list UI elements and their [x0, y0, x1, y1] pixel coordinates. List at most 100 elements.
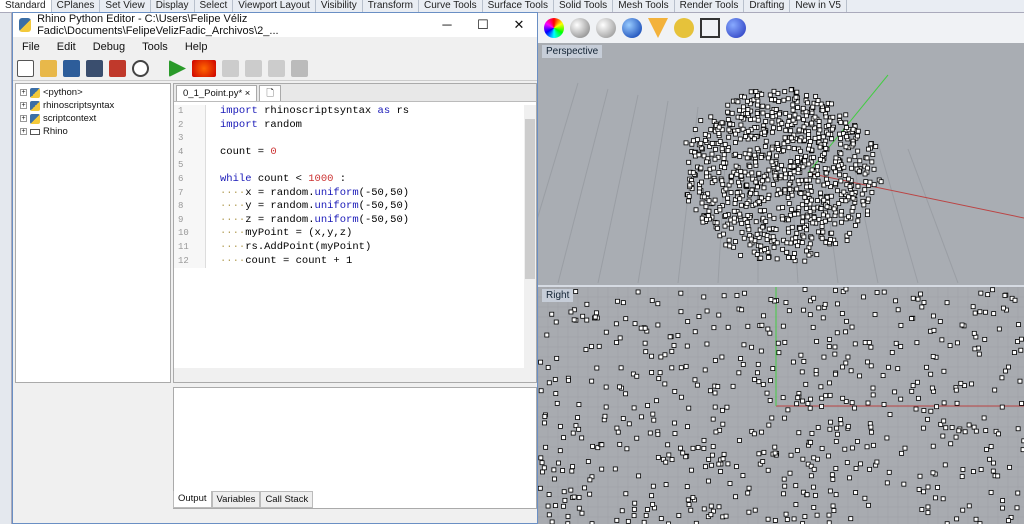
point: [803, 113, 809, 119]
color-wheel-icon[interactable]: [544, 18, 564, 38]
point: [855, 133, 860, 139]
dimension-icon[interactable]: [700, 18, 720, 38]
ghosted-sphere-icon[interactable]: [596, 18, 616, 38]
code-line[interactable]: 11 ····rs.AddPoint(myPoint): [174, 240, 524, 255]
search-icon[interactable]: [132, 60, 149, 77]
gear-icon[interactable]: [674, 18, 694, 38]
code-line[interactable]: 7 ····x = random.uniform(-50,50): [174, 186, 524, 201]
point: [821, 354, 827, 360]
code-line[interactable]: 10 ····myPoint = (x,y,z): [174, 227, 524, 241]
rhino-tab[interactable]: Select: [195, 0, 234, 12]
point: [827, 118, 833, 124]
point: [759, 178, 765, 184]
point: [921, 408, 927, 413]
shaded-sphere-icon[interactable]: [570, 18, 590, 38]
point: [865, 196, 871, 202]
point: [918, 291, 923, 297]
code-line[interactable]: 2 import random: [174, 118, 524, 133]
rhino-tab[interactable]: Mesh Tools: [613, 0, 675, 12]
point: [861, 202, 867, 208]
point: [623, 316, 629, 322]
rhino-tab[interactable]: Transform: [363, 0, 419, 12]
open-folder-icon[interactable]: [40, 60, 57, 77]
code-line[interactable]: 1 import rhinoscriptsyntax as rs: [174, 105, 524, 119]
point: [656, 376, 662, 381]
debug-icon[interactable]: [192, 60, 216, 77]
code-line[interactable]: 5: [174, 159, 524, 173]
code-line[interactable]: 12 ····count = count + 1: [174, 254, 524, 269]
rhino-tab[interactable]: Set View: [100, 0, 151, 12]
maximize-button[interactable]: ☐: [465, 17, 501, 33]
help-icon[interactable]: [726, 18, 746, 38]
point: [801, 359, 807, 364]
point: [712, 156, 718, 162]
viewport-label-perspective[interactable]: Perspective: [542, 45, 603, 58]
code-area[interactable]: 1 import rhinoscriptsyntax as rs 2 import r…: [174, 105, 524, 368]
code-line[interactable]: 4 count = 0: [174, 145, 524, 160]
rhino-tab[interactable]: New in V5: [790, 0, 847, 12]
point: [838, 417, 843, 422]
rhino-tab[interactable]: Visibility: [316, 0, 363, 12]
save-as-icon[interactable]: [109, 60, 126, 77]
menu-file[interactable]: File: [22, 41, 40, 53]
file-tab[interactable]: 0_1_Point.py* ×: [176, 85, 258, 101]
code-editor[interactable]: 0_1_Point.py* × 🗋 1 import rhinoscriptsynt…: [173, 83, 537, 383]
point: [1012, 350, 1017, 355]
tree-item-scriptcontext[interactable]: + scriptcontext: [20, 112, 166, 125]
rendered-sphere-icon[interactable]: [622, 18, 642, 38]
rhino-tab[interactable]: Display: [151, 0, 195, 12]
rhino-tab[interactable]: Drafting: [744, 0, 791, 12]
save-all-icon[interactable]: [86, 60, 103, 77]
save-icon[interactable]: [63, 60, 80, 77]
rhino-tab[interactable]: Render Tools: [675, 0, 745, 12]
rhino-tab[interactable]: Surface Tools: [483, 0, 554, 12]
vertical-scrollbar[interactable]: [524, 105, 536, 368]
menu-help[interactable]: Help: [185, 41, 208, 53]
menu-debug[interactable]: Debug: [93, 41, 125, 53]
tab-variables[interactable]: Variables: [211, 491, 261, 508]
step-into-icon[interactable]: [222, 60, 239, 77]
tree-item-rhinoscriptsyntax[interactable]: + rhinoscriptsyntax: [20, 99, 166, 112]
perspective-viewport[interactable]: Perspective: [538, 43, 1024, 285]
stop-icon[interactable]: [291, 60, 308, 77]
close-button[interactable]: ✕: [501, 17, 537, 33]
step-out-icon[interactable]: [268, 60, 285, 77]
point: [999, 375, 1005, 381]
right-viewport[interactable]: Right: [538, 287, 1024, 524]
point: [787, 164, 793, 169]
rhino-left-toolbar[interactable]: [0, 13, 12, 524]
point: [603, 384, 609, 390]
viewport-label-right[interactable]: Right: [542, 289, 574, 302]
code-line[interactable]: 8 ····y = random.uniform(-50,50): [174, 200, 524, 214]
point: [761, 185, 767, 191]
code-line[interactable]: 3: [174, 132, 524, 146]
point: [833, 159, 838, 165]
tab-call-stack[interactable]: Call Stack: [260, 491, 314, 508]
point: [844, 318, 849, 324]
menu-tools[interactable]: Tools: [142, 41, 168, 53]
tab-output[interactable]: Output: [173, 491, 212, 508]
point: [832, 344, 838, 350]
tree-item-python[interactable]: + <python>: [20, 86, 166, 99]
new-file-icon[interactable]: [17, 60, 34, 77]
rhino-tab[interactable]: Viewport Layout: [233, 0, 316, 12]
light-icon[interactable]: [648, 18, 668, 38]
point: [696, 314, 702, 319]
point: [584, 317, 590, 323]
step-over-icon[interactable]: [245, 60, 262, 77]
horizontal-scrollbar[interactable]: [174, 368, 536, 382]
code-line[interactable]: 9 ····z = random.uniform(-50,50): [174, 213, 524, 228]
rhino-tab[interactable]: Solid Tools: [554, 0, 614, 12]
point: [775, 91, 781, 96]
tree-item-rhino[interactable]: + Rhino: [20, 125, 166, 138]
run-icon[interactable]: [169, 60, 186, 77]
point: [788, 159, 794, 164]
menu-edit[interactable]: Edit: [57, 41, 76, 53]
code-line[interactable]: 6 while count < 1000 :: [174, 172, 524, 187]
minimize-button[interactable]: ─: [429, 17, 465, 33]
new-tab-button[interactable]: 🗋: [259, 85, 281, 101]
rhino-tab[interactable]: CPlanes: [52, 0, 101, 12]
rhino-tab[interactable]: Standard: [0, 0, 52, 12]
point: [808, 396, 813, 402]
rhino-tab[interactable]: Curve Tools: [419, 0, 483, 12]
